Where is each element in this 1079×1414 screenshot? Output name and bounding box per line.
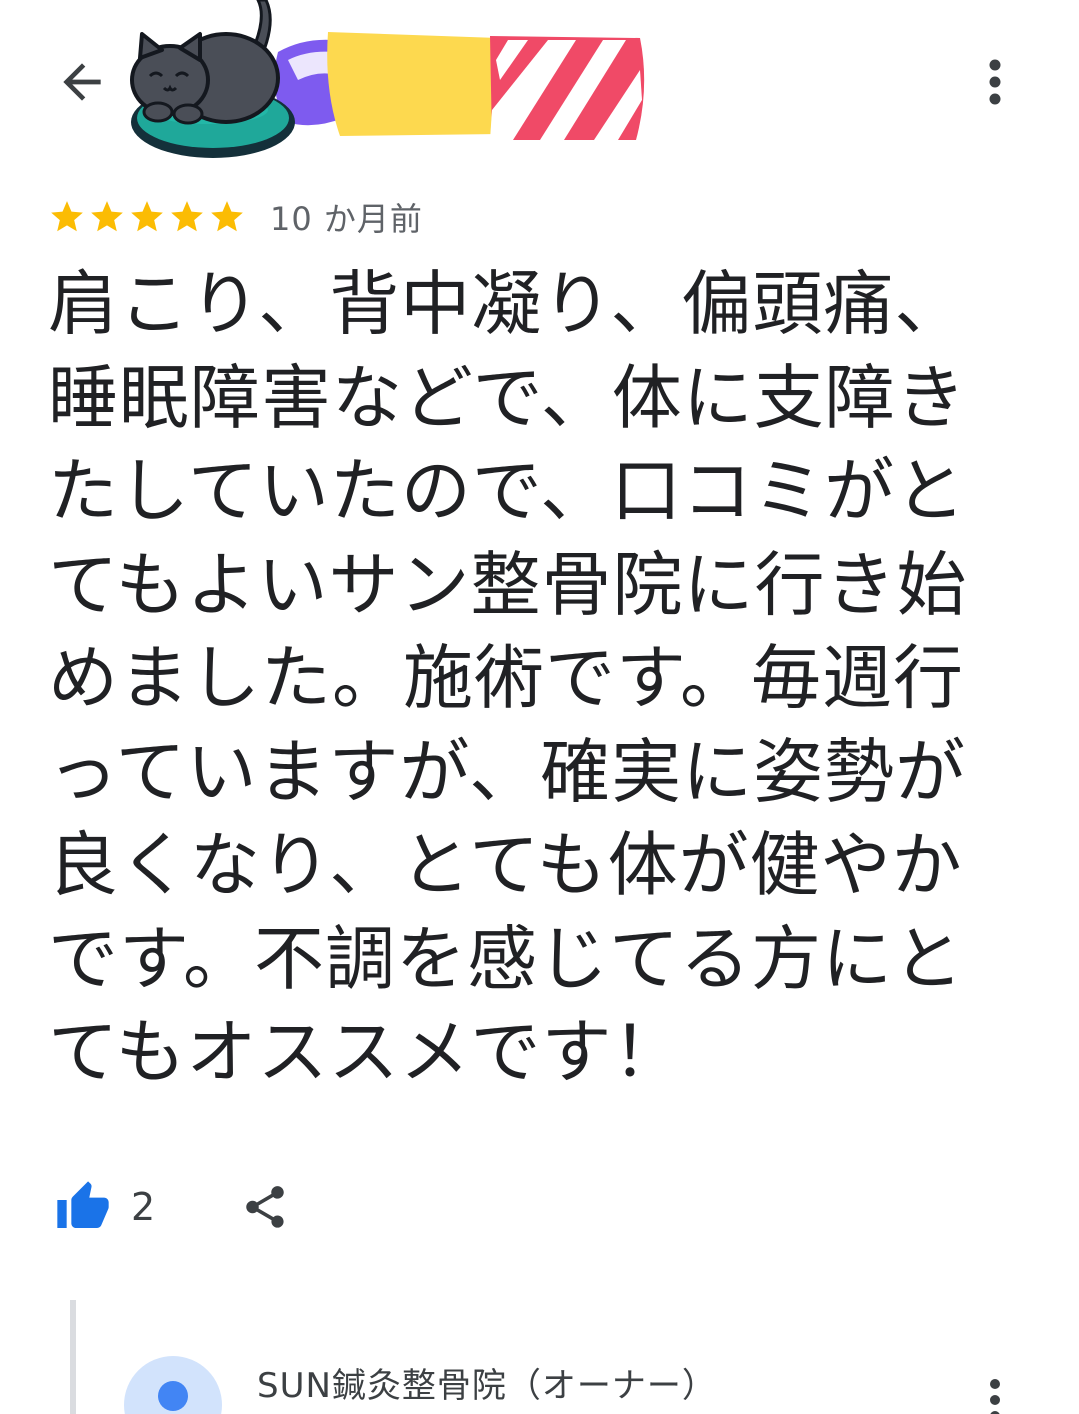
review-actions: 2: [55, 1175, 293, 1239]
top-bar: [0, 0, 1079, 180]
thumb-up-icon: [57, 1181, 109, 1228]
star-icon: [91, 201, 123, 232]
owner-avatar-icon: [158, 1381, 188, 1411]
star-rating: [48, 198, 246, 236]
review-text-line: てもオススメです！: [48, 1011, 684, 1093]
review-time: 10 か月前: [270, 200, 423, 238]
review-text-line: です。不調を感じてる方にと: [48, 917, 964, 1000]
review-text: 肩こり、背中凝り、偏頭痛、 睡眠障害などで、体に支障き たしていたので、口コミがとて…: [48, 258, 1028, 1100]
back-button[interactable]: [50, 50, 114, 114]
owner-name: SUN鍼灸整骨院（オーナー）: [257, 1366, 717, 1406]
reviewer-banner-illustration: [130, 0, 645, 158]
review-text-line: っていますが、確実に姿勢が: [48, 730, 967, 813]
like-count: 2: [131, 1185, 156, 1229]
star-icon: [211, 201, 243, 232]
share-icon: [246, 1186, 284, 1228]
share-button[interactable]: [237, 1179, 293, 1235]
review-detail-page: 10 か月前 肩こり、背中凝り、偏頭痛、 睡眠障害などで、体に支障き たしていたので…: [0, 0, 1079, 1414]
review-text-line: めました。施術です。毎週行: [48, 637, 964, 719]
more-vert-icon: [990, 1379, 1000, 1414]
more-vert-icon: [989, 59, 1001, 105]
reviewer-avatar-banner[interactable]: [128, 0, 658, 170]
owner-avatar[interactable]: [124, 1356, 222, 1414]
star-icon: [51, 201, 83, 232]
owner-reply: SUN鍼灸整骨院（オーナー） 10 か月前: [70, 1300, 1079, 1414]
review-text-line: 良くなり、とても体が健やか: [48, 824, 963, 906]
reply-more-options-button[interactable]: [975, 1378, 1015, 1414]
reply-divider: [70, 1300, 76, 1414]
arrow-back-icon: [63, 63, 101, 101]
rating-row: 10 か月前: [48, 195, 423, 239]
review-text-line: てもよいサン整骨院に行き始: [48, 543, 968, 626]
review-text-line: 肩こり、背中凝り、偏頭痛、: [48, 263, 966, 345]
review-text-line: 睡眠障害などで、体に支障き: [48, 356, 967, 439]
star-icon: [171, 201, 203, 232]
review-text-line: たしていたので、口コミがと: [48, 450, 967, 532]
star-icon: [131, 201, 163, 232]
like-button[interactable]: 2: [55, 1179, 155, 1235]
more-options-button[interactable]: [970, 52, 1020, 112]
owner-reply-time: 10 か月前: [370, 1405, 508, 1414]
